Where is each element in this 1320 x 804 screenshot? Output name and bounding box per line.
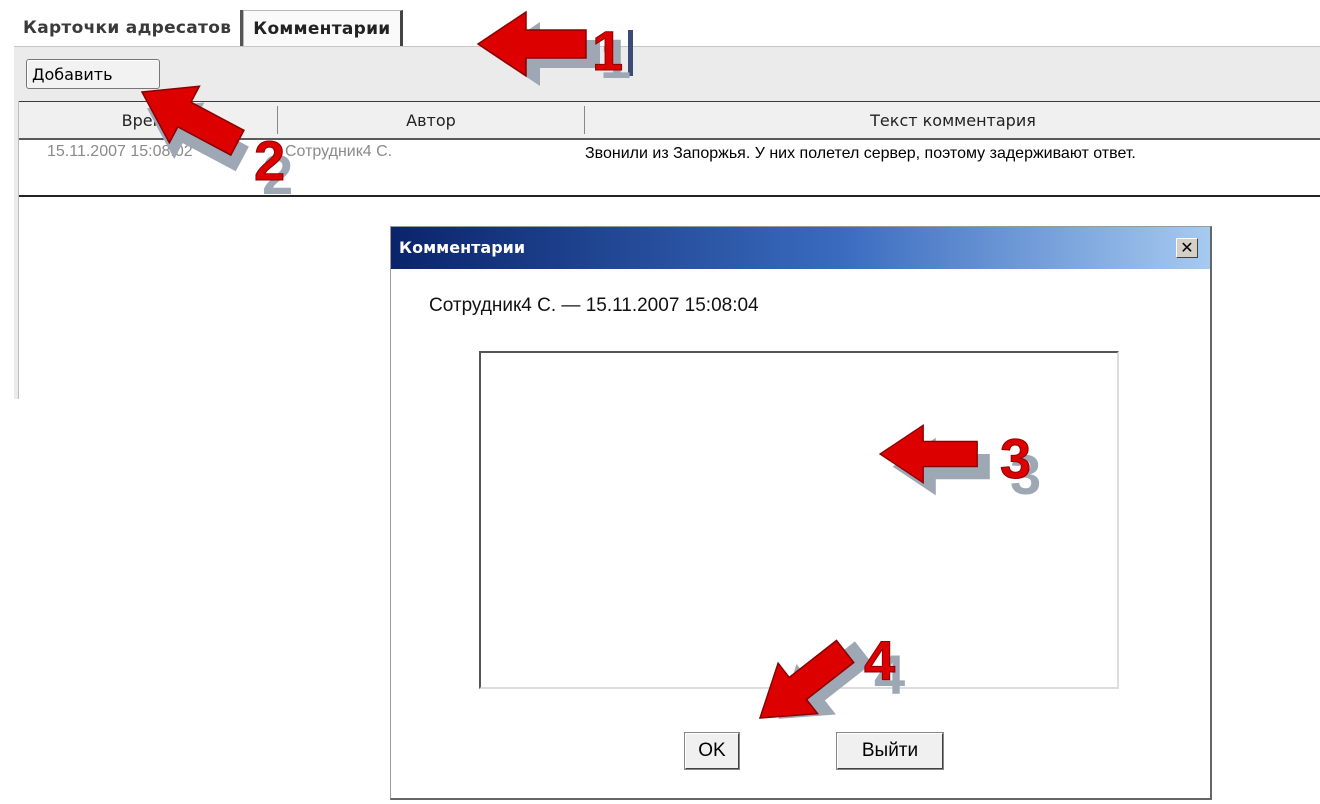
comment-meta: Сотрудник4 С. — 15.11.2007 15:08:04 [429, 295, 759, 316]
comment-textarea[interactable] [479, 351, 1119, 689]
tab-address-cards[interactable]: Карточки адресатов [14, 10, 244, 46]
dialog-title: Комментарии [399, 238, 526, 257]
column-header-author[interactable]: Автор [278, 102, 584, 138]
exit-button[interactable]: Выйти [836, 732, 944, 770]
column-header-text[interactable]: Текст комментария [585, 102, 1320, 138]
cell-comment-text: Звонили из Запоржья. У них полетел серве… [585, 145, 1136, 162]
column-header-time[interactable]: Время [19, 102, 277, 138]
dialog-titlebar[interactable]: Комментарии ✕ [391, 227, 1210, 269]
cell-author: Сотрудник4 С. [285, 143, 393, 160]
ok-button[interactable]: OK [684, 732, 740, 770]
cell-time: 15.11.2007 15:08:02 [47, 143, 193, 160]
close-icon: ✕ [1180, 238, 1194, 257]
tab-strip: Карточки адресатов Комментарии [14, 10, 403, 46]
table-row[interactable]: 15.11.2007 15:08:02 Сотрудник4 С. Звонил… [19, 139, 1320, 197]
close-button[interactable]: ✕ [1176, 238, 1198, 258]
tab-comments[interactable]: Комментарии [243, 10, 403, 46]
comment-dialog: Комментарии ✕ Сотрудник4 С. — 15.11.2007… [390, 226, 1212, 800]
grid-header: Время Автор Текст комментария [19, 101, 1320, 140]
add-button[interactable]: Добавить [26, 59, 160, 89]
